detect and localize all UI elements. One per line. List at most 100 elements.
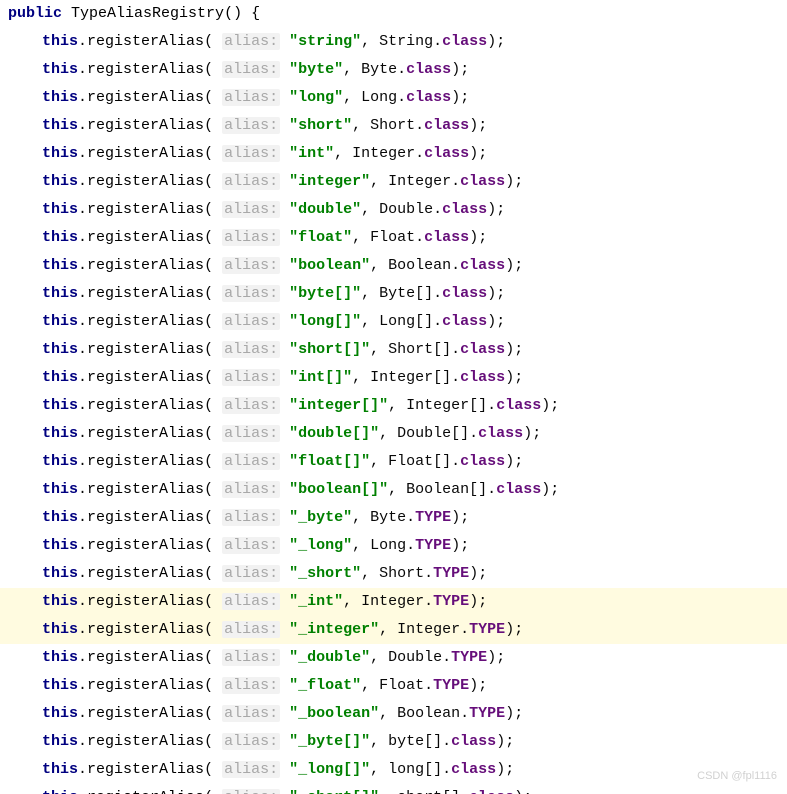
class-suffix: TYPE bbox=[433, 677, 469, 694]
class-suffix: TYPE bbox=[433, 565, 469, 582]
parameter-hint: alias: bbox=[222, 61, 280, 78]
method-name: registerAlias bbox=[87, 341, 204, 358]
class-suffix: class bbox=[460, 341, 505, 358]
alias-literal: "double" bbox=[289, 201, 361, 218]
alias-literal: "string" bbox=[289, 33, 361, 50]
parameter-hint: alias: bbox=[222, 285, 280, 302]
parameter-hint: alias: bbox=[222, 369, 280, 386]
keyword-this: this bbox=[42, 565, 78, 582]
code-line: this.registerAlias( alias: "int", Intege… bbox=[0, 140, 787, 168]
code-block: public TypeAliasRegistry() { this.regist… bbox=[0, 0, 787, 794]
keyword-this: this bbox=[42, 677, 78, 694]
alias-literal: "boolean" bbox=[289, 257, 370, 274]
code-line: this.registerAlias( alias: "_int", Integ… bbox=[0, 588, 787, 616]
class-suffix: class bbox=[496, 397, 541, 414]
method-name: registerAlias bbox=[87, 705, 204, 722]
parameter-hint: alias: bbox=[222, 733, 280, 750]
method-name: registerAlias bbox=[87, 397, 204, 414]
class-suffix: class bbox=[496, 481, 541, 498]
code-line: this.registerAlias( alias: "float", Floa… bbox=[0, 224, 787, 252]
keyword-this: this bbox=[42, 481, 78, 498]
type-name: Integer[] bbox=[370, 369, 451, 386]
class-suffix: TYPE bbox=[469, 621, 505, 638]
class-suffix: class bbox=[460, 173, 505, 190]
type-name: Integer bbox=[397, 621, 460, 638]
keyword-this: this bbox=[42, 313, 78, 330]
method-name: registerAlias bbox=[87, 33, 204, 50]
keyword-this: this bbox=[42, 789, 78, 794]
parameter-hint: alias: bbox=[222, 761, 280, 778]
alias-literal: "_long" bbox=[289, 537, 352, 554]
parameter-hint: alias: bbox=[222, 201, 280, 218]
keyword-this: this bbox=[42, 705, 78, 722]
type-name: Byte[] bbox=[379, 285, 433, 302]
type-name: Byte bbox=[370, 509, 406, 526]
class-suffix: TYPE bbox=[415, 537, 451, 554]
type-name: Long[] bbox=[379, 313, 433, 330]
code-line: this.registerAlias( alias: "integer[]", … bbox=[0, 392, 787, 420]
class-suffix: class bbox=[424, 117, 469, 134]
parameter-hint: alias: bbox=[222, 509, 280, 526]
method-name: registerAlias bbox=[87, 537, 204, 554]
alias-literal: "boolean[]" bbox=[289, 481, 388, 498]
code-line: this.registerAlias( alias: "_long", Long… bbox=[0, 532, 787, 560]
parameter-hint: alias: bbox=[222, 257, 280, 274]
class-suffix: class bbox=[442, 313, 487, 330]
type-name: Byte bbox=[361, 61, 397, 78]
keyword-public: public bbox=[8, 5, 62, 22]
alias-literal: "byte[]" bbox=[289, 285, 361, 302]
method-name: registerAlias bbox=[87, 229, 204, 246]
method-name: registerAlias bbox=[87, 481, 204, 498]
keyword-this: this bbox=[42, 369, 78, 386]
alias-literal: " short[]" bbox=[289, 789, 379, 794]
type-name: long[] bbox=[388, 761, 442, 778]
method-name: registerAlias bbox=[87, 145, 204, 162]
keyword-this: this bbox=[42, 453, 78, 470]
class-suffix: class bbox=[424, 229, 469, 246]
type-name: Float bbox=[370, 229, 415, 246]
type-name: Short bbox=[379, 565, 424, 582]
parameter-hint: alias: bbox=[222, 621, 280, 638]
method-name: registerAlias bbox=[87, 733, 204, 750]
code-line: this.registerAlias( alias: "_float", Flo… bbox=[0, 672, 787, 700]
code-line: this.registerAlias( alias: "double[]", D… bbox=[0, 420, 787, 448]
keyword-this: this bbox=[42, 509, 78, 526]
class-suffix: class bbox=[451, 733, 496, 750]
parameter-hint: alias: bbox=[222, 89, 280, 106]
code-line: this.registerAlias( alias: "boolean", Bo… bbox=[0, 252, 787, 280]
alias-literal: "integer[]" bbox=[289, 397, 388, 414]
code-line: this.registerAlias( alias: "_integer", I… bbox=[0, 616, 787, 644]
constructor-name: TypeAliasRegistry bbox=[71, 5, 224, 22]
code-line: this.registerAlias( alias: "byte[]", Byt… bbox=[0, 280, 787, 308]
constructor-signature: public TypeAliasRegistry() { bbox=[0, 0, 787, 28]
keyword-this: this bbox=[42, 201, 78, 218]
code-line: this.registerAlias( alias: "long[]", Lon… bbox=[0, 308, 787, 336]
method-name: registerAlias bbox=[87, 89, 204, 106]
type-name: Long bbox=[361, 89, 397, 106]
code-line: this.registerAlias( alias: "string", Str… bbox=[0, 28, 787, 56]
method-name: registerAlias bbox=[87, 257, 204, 274]
keyword-this: this bbox=[42, 145, 78, 162]
method-name: registerAlias bbox=[87, 453, 204, 470]
parameter-hint: alias: bbox=[222, 649, 280, 666]
alias-literal: "short" bbox=[289, 117, 352, 134]
keyword-this: this bbox=[42, 425, 78, 442]
alias-literal: "double[]" bbox=[289, 425, 379, 442]
type-name: Long bbox=[370, 537, 406, 554]
alias-literal: "_long[]" bbox=[289, 761, 370, 778]
keyword-this: this bbox=[42, 117, 78, 134]
alias-literal: "integer" bbox=[289, 173, 370, 190]
method-name: registerAlias bbox=[87, 117, 204, 134]
method-name: registerAlias bbox=[87, 761, 204, 778]
parameter-hint: alias: bbox=[222, 789, 280, 794]
class-suffix: class bbox=[478, 425, 523, 442]
alias-literal: "_short" bbox=[289, 565, 361, 582]
type-name: Boolean[] bbox=[406, 481, 487, 498]
code-line: this.registerAlias( alias: " short[]", s… bbox=[0, 784, 787, 794]
alias-literal: "_byte[]" bbox=[289, 733, 370, 750]
type-name: Integer[] bbox=[406, 397, 487, 414]
type-name: String bbox=[379, 33, 433, 50]
type-name: Boolean bbox=[388, 257, 451, 274]
alias-literal: "float" bbox=[289, 229, 352, 246]
parameter-hint: alias: bbox=[222, 425, 280, 442]
